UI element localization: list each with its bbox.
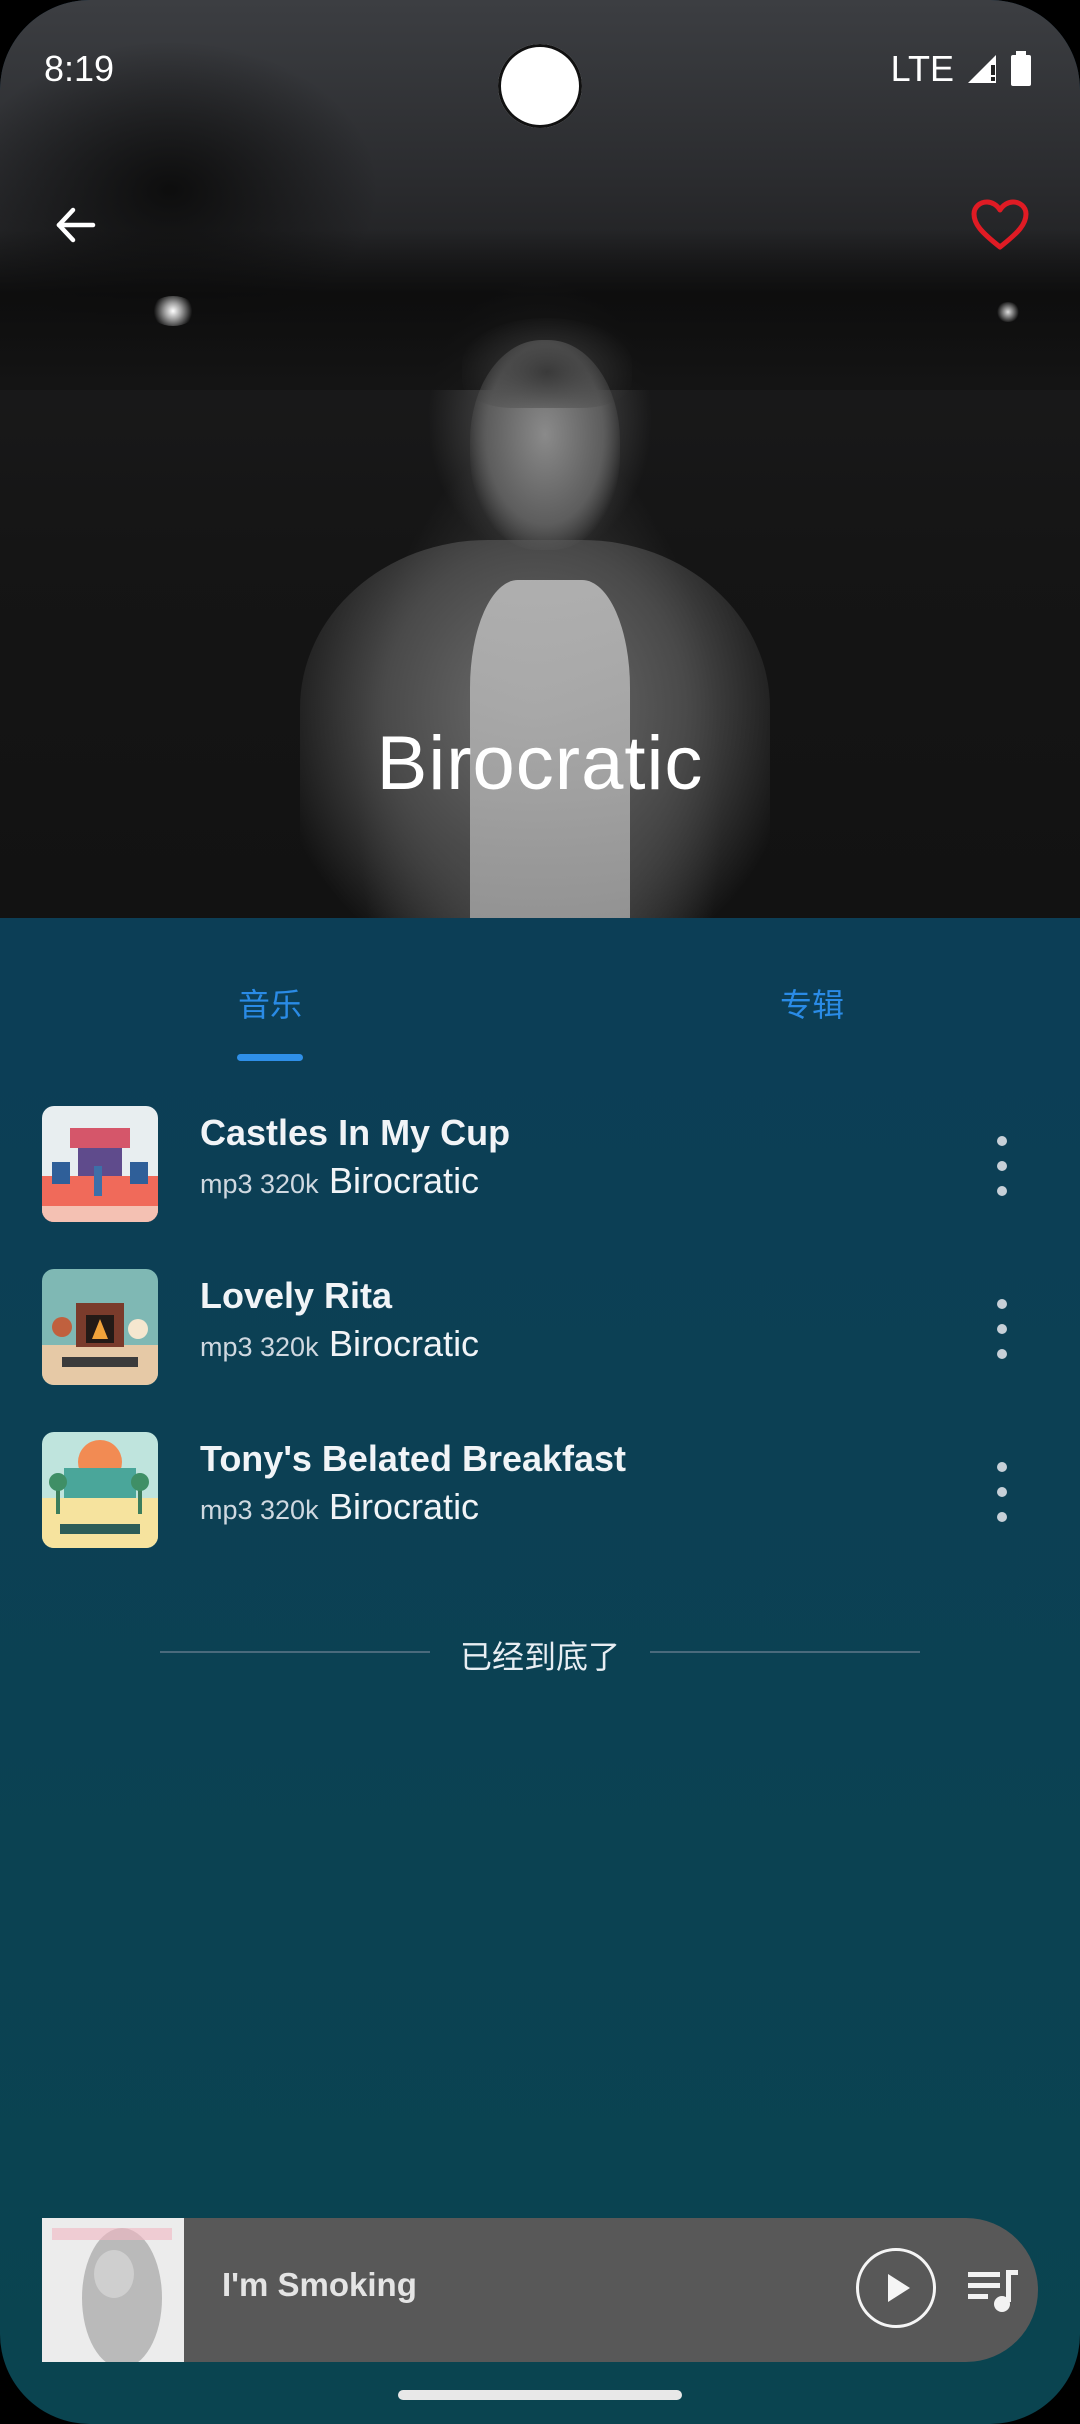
song-cover bbox=[42, 1106, 158, 1222]
song-cover bbox=[42, 1269, 158, 1385]
song-artist: Birocratic bbox=[329, 1160, 480, 1201]
song-title: Castles In My Cup bbox=[200, 1112, 511, 1153]
song-row[interactable]: Castles In My Cup mp3 320k Birocratic bbox=[0, 1100, 1080, 1263]
queue-button[interactable] bbox=[966, 2262, 1022, 2318]
more-options-button[interactable] bbox=[985, 1136, 1019, 1196]
network-label: LTE bbox=[890, 48, 954, 89]
song-format: mp3 320k bbox=[200, 1332, 319, 1362]
more-vert-icon bbox=[997, 1136, 1007, 1146]
song-title: Tony's Belated Breakfast bbox=[200, 1438, 627, 1479]
heart-icon bbox=[971, 199, 1029, 250]
status-time: 8:19 bbox=[44, 48, 115, 89]
play-icon bbox=[888, 2274, 910, 2302]
queue-music-icon bbox=[968, 2270, 1018, 2312]
signal-icon bbox=[968, 55, 996, 83]
song-artist: Birocratic bbox=[329, 1486, 480, 1527]
arrow-left-icon bbox=[56, 207, 96, 243]
end-of-list-text: 已经到底了 bbox=[459, 1639, 620, 1675]
song-cover bbox=[42, 1432, 158, 1548]
tab-indicator bbox=[237, 1054, 303, 1061]
end-of-list-marker: 已经到底了 bbox=[160, 1628, 920, 1678]
app-screen: Birocratic 8:19 LTE 音乐 专辑 Castles In My … bbox=[0, 0, 1080, 2424]
song-format: mp3 320k bbox=[200, 1169, 319, 1199]
battery-icon bbox=[1011, 51, 1031, 86]
tab-album[interactable]: 专辑 bbox=[780, 980, 844, 1026]
song-row[interactable]: Lovely Rita mp3 320k Birocratic bbox=[0, 1263, 1080, 1426]
song-row[interactable]: Tony's Belated Breakfast mp3 320k Birocr… bbox=[0, 1426, 1080, 1589]
more-options-button[interactable] bbox=[985, 1462, 1019, 1522]
status-bar: 8:19 LTE bbox=[0, 0, 1080, 140]
tab-bar: 音乐 专辑 bbox=[0, 918, 1080, 1068]
song-format: mp3 320k bbox=[200, 1495, 319, 1525]
camera-cutout bbox=[498, 44, 582, 128]
divider bbox=[650, 1651, 920, 1653]
home-indicator[interactable] bbox=[398, 2390, 682, 2400]
tab-music[interactable]: 音乐 bbox=[238, 980, 302, 1026]
song-list: Castles In My Cup mp3 320k Birocratic Lo… bbox=[0, 1100, 1080, 1589]
song-title: Lovely Rita bbox=[200, 1275, 393, 1316]
play-button[interactable] bbox=[856, 2248, 936, 2328]
song-artist: Birocratic bbox=[329, 1323, 480, 1364]
more-vert-icon bbox=[997, 1299, 1007, 1309]
back-button[interactable] bbox=[40, 190, 110, 260]
more-options-button[interactable] bbox=[985, 1299, 1019, 1359]
more-vert-icon bbox=[997, 1462, 1007, 1472]
player-cover bbox=[42, 2218, 184, 2362]
favorite-button[interactable] bbox=[960, 190, 1040, 260]
player-title: I'm Smoking bbox=[222, 2266, 417, 2303]
mini-player[interactable]: I'm Smoking bbox=[42, 2218, 1038, 2362]
artist-name: Birocratic bbox=[376, 721, 704, 806]
